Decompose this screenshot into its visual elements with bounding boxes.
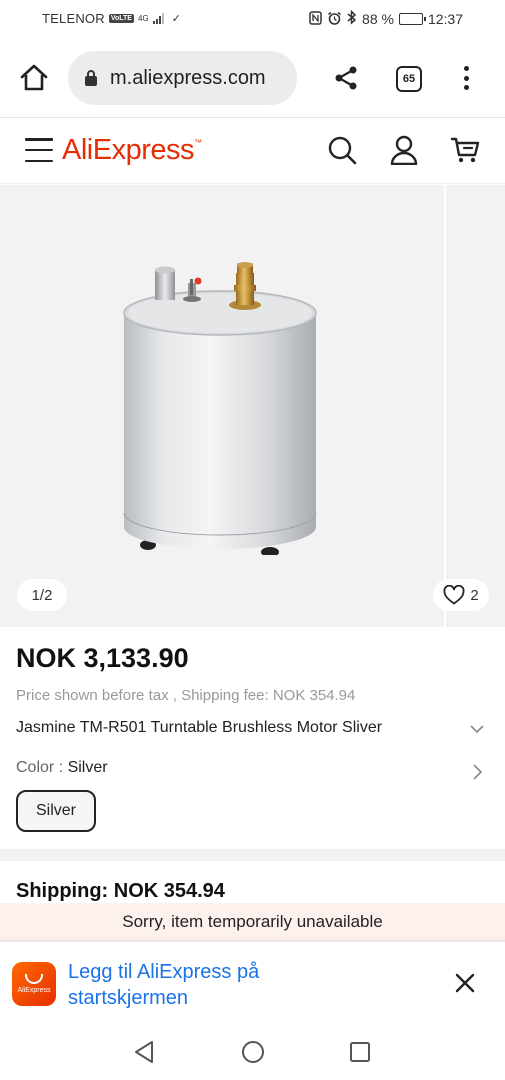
shipping-fee: Shipping: NOK 354.94 — [16, 880, 225, 902]
product-title: Jasmine TM-R501 Turntable Brushless Moto… — [16, 719, 383, 736]
share-button[interactable] — [332, 64, 360, 92]
back-triangle-icon — [135, 1041, 153, 1063]
color-selector-row[interactable]: Color : Silver — [16, 759, 489, 783]
square-recents-icon — [350, 1042, 370, 1062]
more-dot-icon — [463, 85, 469, 90]
status-right: 88 % 12:37 — [309, 9, 463, 28]
add-to-homescreen-banner: AliExpress Legg til AliExpress på starts… — [0, 941, 505, 1024]
color-option-silver[interactable]: Silver — [16, 790, 96, 832]
aliexpress-app-icon: AliExpress — [12, 962, 56, 1006]
battery-percent: 88 % — [362, 11, 394, 27]
user-icon — [390, 135, 418, 166]
turntable-motor-image — [123, 262, 317, 555]
volte-badge: VoLTE — [108, 14, 134, 23]
signal-icon — [152, 13, 164, 24]
color-label: Color — [16, 759, 55, 776]
carrier-name: TELENOR — [42, 11, 105, 26]
address-bar[interactable]: m.aliexpress.com — [68, 51, 297, 105]
tab-switcher-button[interactable]: 65 — [396, 66, 422, 92]
color-value: Silver — [67, 759, 108, 776]
more-dot-icon — [463, 75, 469, 81]
tax-shipping-note: Price shown before tax , Shipping fee: N… — [16, 687, 356, 704]
site-header: AliExpress™ — [0, 118, 505, 184]
battery-icon — [398, 13, 426, 25]
heart-icon — [443, 585, 465, 605]
status-left: TELENOR VoLTE 4G ✓ — [42, 11, 181, 26]
system-navigation-bar — [0, 1024, 505, 1080]
aliexpress-logo[interactable]: AliExpress™ — [62, 134, 202, 167]
network-type: 4G — [137, 13, 149, 23]
app-icon-label: AliExpress — [17, 987, 51, 994]
image-gallery[interactable]: 1/2 2 — [0, 185, 505, 627]
account-button[interactable] — [389, 135, 419, 166]
search-button[interactable] — [327, 135, 357, 165]
system-home-button[interactable] — [241, 1040, 265, 1064]
search-icon — [328, 136, 357, 165]
url-text: m.aliexpress.com — [110, 66, 266, 89]
cart-button[interactable] — [450, 135, 480, 165]
product-title-row[interactable]: Jasmine TM-R501 Turntable Brushless Moto… — [16, 719, 489, 743]
home-icon — [20, 64, 48, 91]
bluetooth-icon — [347, 9, 357, 28]
share-icon — [335, 66, 357, 90]
home-button[interactable] — [18, 62, 50, 94]
menu-icon[interactable] — [25, 138, 53, 162]
chevron-right-icon — [473, 764, 483, 780]
browser-toolbar: m.aliexpress.com 65 — [0, 38, 505, 118]
clock: 12:37 — [427, 11, 463, 27]
status-bar: TELENOR VoLTE 4G ✓ 88 % 12:37 — [0, 0, 505, 38]
wishlist-count: 2 — [470, 586, 479, 604]
wishlist-button[interactable]: 2 — [433, 579, 489, 611]
back-button[interactable] — [133, 1040, 155, 1064]
more-menu-button[interactable] — [456, 64, 476, 92]
product-image[interactable]: 1/2 — [0, 185, 438, 627]
add-to-homescreen-link[interactable]: Legg til AliExpress på startskjermen — [68, 959, 358, 1011]
product-price: NOK 3,133.90 — [16, 643, 189, 673]
logo-text: AliExpress — [62, 134, 195, 166]
lock-icon — [85, 70, 97, 86]
chevron-down-icon — [470, 725, 484, 734]
alarm-icon — [327, 11, 342, 28]
recent-apps-button[interactable] — [349, 1041, 371, 1063]
cart-icon — [450, 137, 480, 163]
close-icon — [455, 973, 475, 993]
nfc-icon — [309, 10, 322, 28]
section-divider — [0, 849, 505, 861]
unavailable-notice: Sorry, item temporarily unavailable — [0, 903, 505, 941]
more-dot-icon — [463, 66, 469, 71]
close-banner-button[interactable] — [454, 972, 476, 994]
next-image-preview[interactable] — [444, 185, 505, 627]
image-counter: 1/2 — [17, 579, 67, 611]
circle-home-icon — [242, 1041, 264, 1063]
check-icon: ✓ — [171, 13, 181, 25]
